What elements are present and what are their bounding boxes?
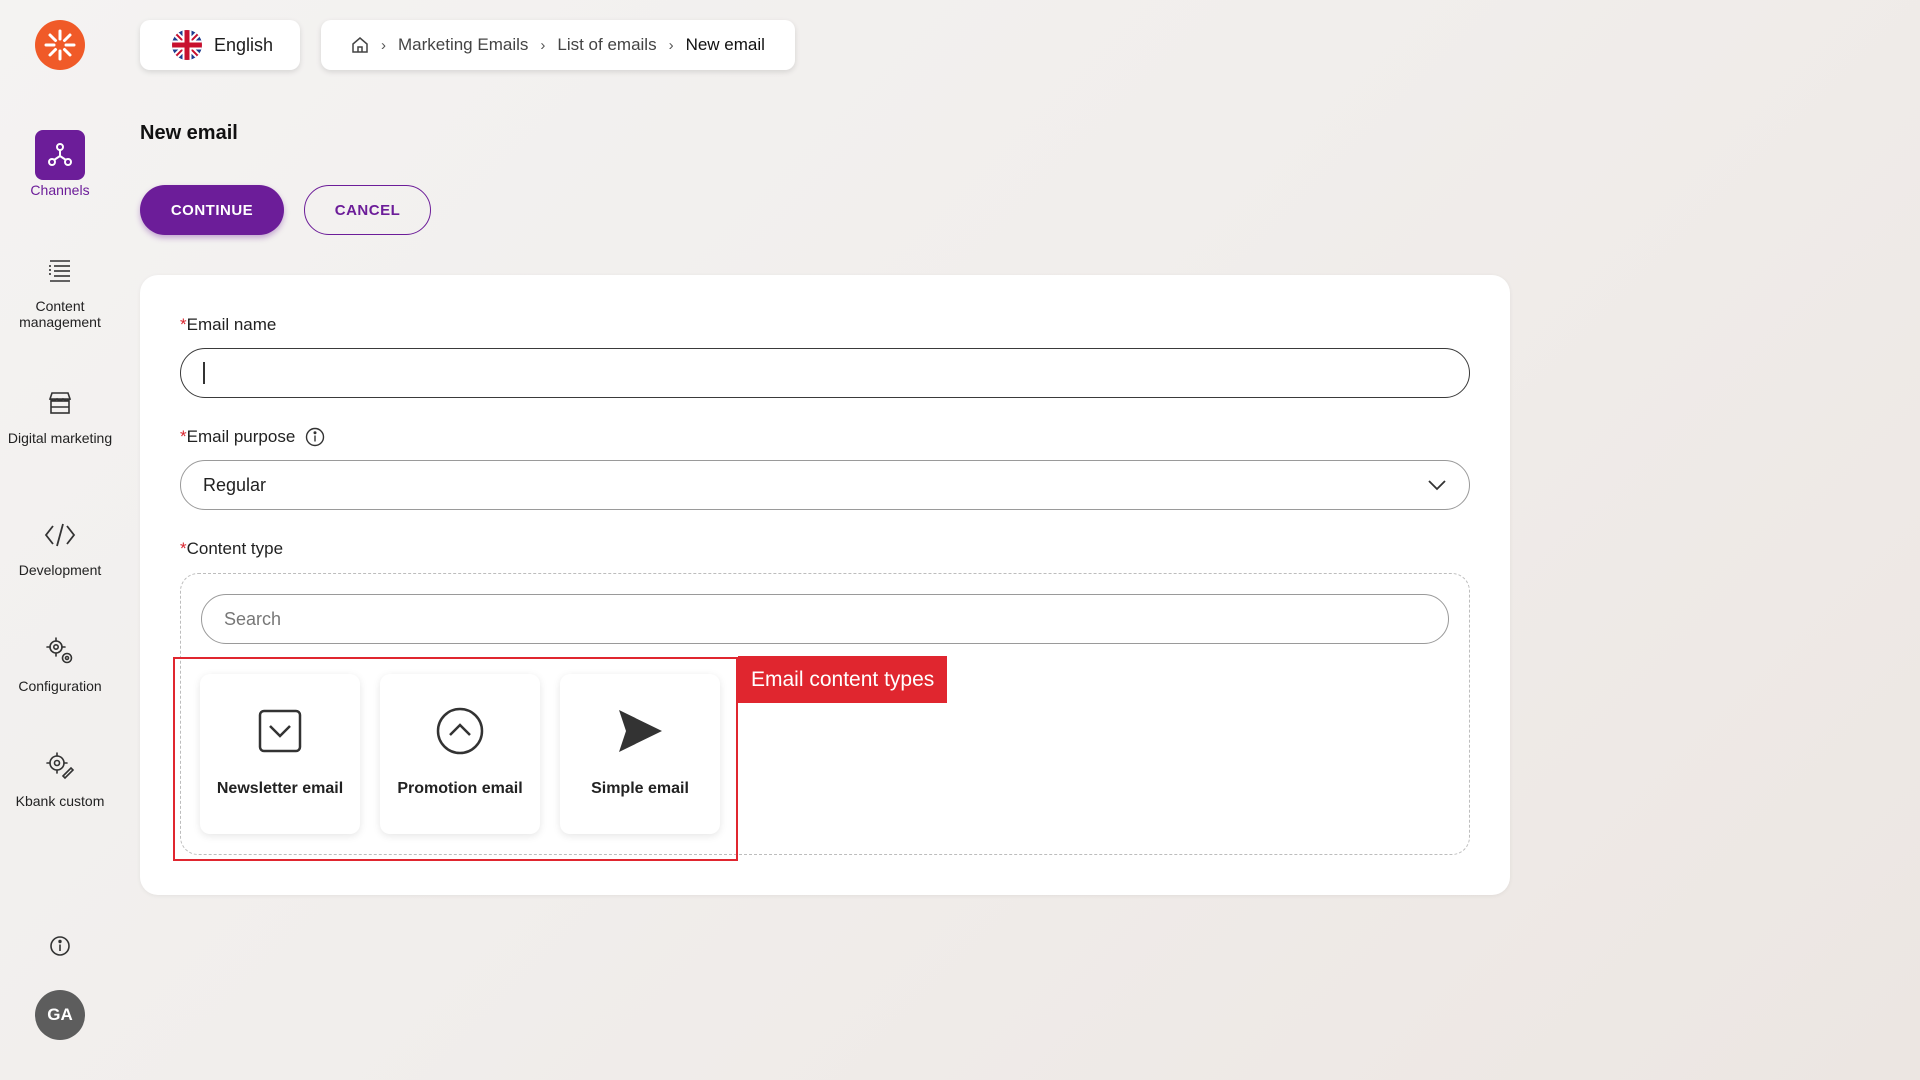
sidebar-item-kbank-custom[interactable]: Kbank custom: [0, 741, 120, 809]
breadcrumb-new-email: New email: [685, 35, 765, 54]
required-mark: *: [180, 427, 187, 446]
content-management-icon: [35, 246, 85, 296]
continue-button[interactable]: CONTINUE: [140, 185, 284, 235]
cancel-button[interactable]: CANCEL: [304, 185, 431, 235]
breadcrumb-marketing-emails[interactable]: Marketing Emails: [398, 35, 528, 55]
avatar[interactable]: GA: [35, 990, 85, 1040]
code-icon: [35, 510, 85, 560]
chevron-right-icon: ›: [540, 36, 546, 54]
app-logo[interactable]: [35, 20, 85, 70]
digital-marketing-icon: [35, 378, 85, 428]
required-mark: *: [180, 315, 187, 334]
sidebar-item-channels[interactable]: Channels: [0, 130, 120, 198]
custom-gear-icon: [35, 741, 85, 791]
sidebar-item-label: Content management: [19, 298, 101, 330]
sidebar-item-label: Digital marketing: [7, 430, 113, 446]
annotation-highlight-box: [173, 657, 738, 861]
sidebar-item-label: Development: [18, 562, 102, 578]
email-purpose-label-text: Email purpose: [186, 427, 296, 446]
sidebar-item-configuration[interactable]: Configuration: [0, 626, 120, 694]
uk-flag-icon: [172, 30, 202, 60]
info-icon[interactable]: [48, 934, 72, 958]
info-icon[interactable]: [305, 427, 325, 447]
asterisk-logo-icon: [44, 29, 76, 61]
email-name-label: * Email name: [180, 315, 276, 335]
search-placeholder: Search: [224, 608, 282, 629]
page-title: New email: [140, 122, 238, 144]
email-purpose-value: Regular: [203, 474, 267, 495]
text-cursor: [203, 362, 205, 384]
sidebar-item-label: Configuration: [18, 678, 102, 694]
email-purpose-select[interactable]: Regular: [180, 460, 1470, 510]
chevron-down-icon: [1427, 479, 1447, 491]
sidebar-item-digital-marketing[interactable]: Digital marketing: [0, 378, 120, 446]
sidebar-item-development[interactable]: Development: [0, 510, 120, 578]
sidebar-item-label: Channels: [30, 182, 90, 198]
chevron-right-icon: ›: [381, 36, 386, 54]
breadcrumb: › Marketing Emails › List of emails › Ne…: [321, 20, 795, 70]
email-name-label-text: Email name: [186, 315, 277, 334]
avatar-initials: GA: [47, 1005, 73, 1024]
content-type-search-input[interactable]: Search: [201, 594, 1449, 644]
channels-icon: [35, 130, 85, 180]
sidebar: Channels Content management Digital mark…: [0, 0, 120, 1080]
home-icon[interactable]: [351, 36, 369, 54]
sidebar-item-content-management[interactable]: Content management: [0, 246, 120, 330]
email-purpose-label: * Email purpose: [180, 427, 325, 447]
breadcrumb-list-of-emails[interactable]: List of emails: [557, 35, 656, 55]
gears-icon: [35, 626, 85, 676]
chevron-right-icon: ›: [668, 36, 674, 54]
content-type-label: * Content type: [180, 539, 283, 559]
annotation-label: Email content types: [738, 656, 948, 703]
required-mark: *: [180, 539, 187, 558]
content-type-label-text: Content type: [186, 539, 284, 558]
sidebar-item-label: Kbank custom: [15, 793, 105, 809]
email-name-input[interactable]: [180, 348, 1470, 398]
language-selector[interactable]: English: [140, 20, 300, 70]
language-label: English: [214, 34, 274, 55]
